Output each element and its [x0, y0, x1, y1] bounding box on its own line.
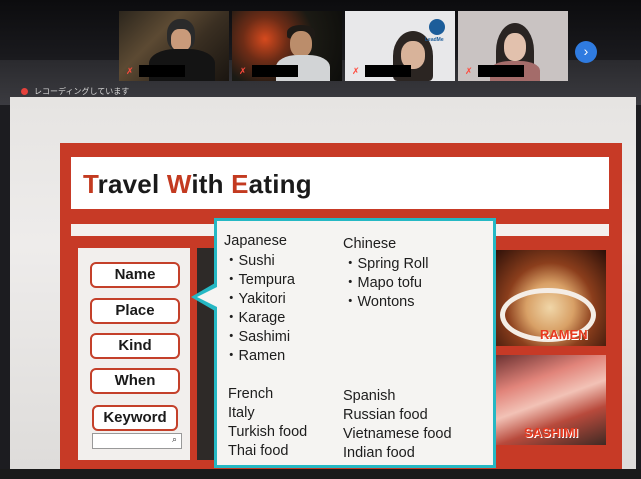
list-item[interactable]: Indian food [343, 444, 452, 463]
kind-button[interactable]: Kind [90, 333, 180, 359]
participant-face [504, 33, 526, 61]
other-cuisines-right: Spanish Russian food Vietnamese food Ind… [343, 387, 452, 463]
company-logo-text: LeadMe [425, 37, 444, 43]
list-item[interactable]: ・Ramen [224, 347, 295, 366]
list-item[interactable]: Vietnamese food [343, 425, 452, 444]
name-button[interactable]: Name [90, 262, 180, 288]
list-item[interactable]: ・Sushi [224, 252, 295, 271]
list-item[interactable]: ・Tempura [224, 271, 295, 290]
list-item[interactable]: ・Mapo tofu [343, 274, 428, 293]
title-text: ating [248, 169, 312, 199]
list-item[interactable]: ・Spring Roll [343, 255, 428, 274]
chinese-column: Chinese ・Spring Roll ・Mapo tofu ・Wontons [343, 235, 428, 312]
participant-strip: ✗ ✗ LeadMe ✗ ✗ [119, 11, 568, 81]
slide-title-box: Travel With Eating [71, 157, 609, 209]
recording-indicator: レコーディングしています [21, 86, 129, 97]
participant-video-4[interactable]: ✗ [458, 11, 568, 81]
list-item[interactable]: Italy [228, 404, 307, 423]
list-item[interactable]: ・Sashimi [224, 328, 295, 347]
title-initial: T [83, 169, 98, 199]
ramen-label: RAMEN [540, 327, 588, 342]
when-button[interactable]: When [90, 368, 180, 394]
list-item[interactable]: French [228, 385, 307, 404]
list-item[interactable]: Thai food [228, 442, 307, 461]
food-photo-strip [197, 248, 215, 460]
participant-name-redacted [478, 65, 524, 77]
other-cuisines-left: French Italy Turkish food Thai food [228, 385, 307, 461]
muted-mic-icon: ✗ [239, 66, 247, 76]
list-item[interactable]: Turkish food [228, 423, 307, 442]
company-logo-icon [429, 19, 445, 35]
participant-name-redacted [139, 65, 185, 77]
recording-status-text: レコーディングしています [34, 87, 130, 96]
title-initial: W [166, 169, 192, 199]
participant-name-redacted [365, 65, 411, 77]
record-dot-icon [21, 88, 28, 95]
meeting-bottom-edge [0, 469, 641, 479]
japanese-column: Japanese ・Sushi ・Tempura ・Yakitori ・Kara… [224, 232, 295, 366]
japanese-header[interactable]: Japanese [224, 232, 295, 251]
popup-pointer-fill [197, 287, 217, 307]
list-item[interactable]: ・Yakitori [224, 290, 295, 309]
participant-video-1[interactable]: ✗ [119, 11, 229, 81]
title-text: ith [191, 169, 232, 199]
participant-face [290, 31, 312, 57]
participant-name-redacted [252, 65, 298, 77]
keyword-search-input[interactable]: ⌕ [92, 433, 182, 449]
chinese-header[interactable]: Chinese [343, 235, 428, 254]
chevron-right-icon: › [583, 43, 589, 59]
participant-video-2[interactable]: ✗ [232, 11, 342, 81]
muted-mic-icon: ✗ [126, 66, 134, 76]
sashimi-label: SASHIMI [524, 425, 579, 440]
muted-mic-icon: ✗ [352, 66, 360, 76]
list-item[interactable]: Russian food [343, 406, 452, 425]
muted-mic-icon: ✗ [465, 66, 473, 76]
meeting-window: ✗ ✗ LeadMe ✗ ✗ › レコーディングしています Travel Wit… [0, 0, 641, 479]
title-text: ravel [97, 169, 167, 199]
list-item[interactable]: Spanish [343, 387, 452, 406]
list-item[interactable]: ・Wontons [343, 293, 428, 312]
place-button[interactable]: Place [90, 298, 180, 324]
next-participants-button[interactable]: › [575, 41, 597, 63]
list-item[interactable]: ・Karage [224, 309, 295, 328]
title-initial: E [231, 169, 249, 199]
keyword-button[interactable]: Keyword [92, 405, 178, 431]
participant-face [171, 29, 191, 51]
participant-video-3[interactable]: LeadMe ✗ [345, 11, 455, 81]
search-icon: ⌕ [171, 434, 177, 444]
slide-title: Travel With Eating [83, 169, 609, 200]
